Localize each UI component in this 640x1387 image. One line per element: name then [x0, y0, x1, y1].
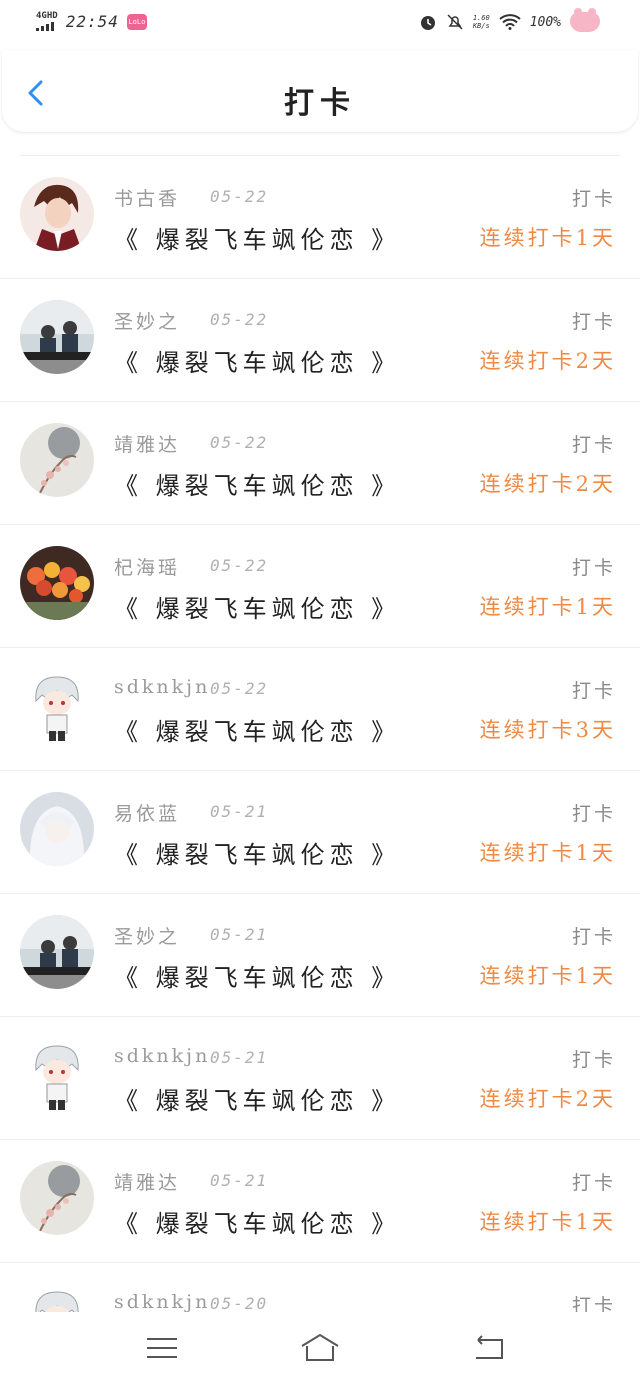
book-title: 《 爆裂飞车飒伦恋 》: [114, 226, 401, 254]
avatar[interactable]: [20, 1161, 94, 1235]
streak-count: 连续打卡1天: [479, 226, 616, 250]
back-icon[interactable]: [468, 1330, 508, 1366]
list-item[interactable]: 圣妙之 05-21 《 爆裂飞车飒伦恋 》 打卡连续打卡1天: [0, 894, 640, 1017]
clock: 22:54: [65, 12, 119, 31]
avatar[interactable]: [20, 546, 94, 620]
avatar[interactable]: [20, 177, 94, 251]
username: sdknkjn: [114, 1045, 211, 1067]
speed-value: 1.60: [472, 14, 490, 22]
avatar[interactable]: [20, 915, 94, 989]
streak-count: 连续打卡1天: [479, 964, 616, 988]
checkin-date: 05-21: [210, 925, 269, 944]
book-title: 《 爆裂飞车飒伦恋 》: [114, 1210, 401, 1238]
list-item[interactable]: 圣妙之 05-22 《 爆裂飞车飒伦恋 》 打卡连续打卡2天: [0, 279, 640, 402]
streak-count: 连续打卡2天: [479, 472, 616, 496]
checkin-label: 打卡: [571, 1049, 616, 1071]
streak-count: 连续打卡3天: [479, 718, 616, 742]
streak-count: 连续打卡1天: [479, 841, 616, 865]
checkin-date: 05-21: [210, 1048, 269, 1067]
checkin-label: 打卡: [571, 311, 616, 333]
checkin-label: 打卡: [571, 1172, 616, 1194]
checkin-label: 打卡: [571, 557, 616, 579]
list-item[interactable]: 易依蓝 05-21 《 爆裂飞车飒伦恋 》 打卡连续打卡1天: [0, 771, 640, 894]
username: 圣妙之: [114, 926, 181, 948]
wifi-icon: [499, 14, 521, 30]
checkin-date: 05-22: [210, 187, 269, 206]
checkin-date: 05-21: [210, 802, 269, 821]
speed-unit: KB/s: [472, 22, 490, 30]
list-item[interactable]: 杞海瑶 05-22 《 爆裂飞车飒伦恋 》 打卡连续打卡1天: [0, 525, 640, 648]
alarm-icon: [420, 16, 435, 30]
username: 书古香: [114, 188, 181, 210]
app-notification-icon: LoLo: [126, 13, 147, 30]
list-item[interactable]: 书古香 05-22 《 爆裂飞车飒伦恋 》 打卡连续打卡1天: [0, 156, 640, 279]
streak-count: 连续打卡2天: [479, 349, 616, 373]
book-title: 《 爆裂飞车飒伦恋 》: [114, 718, 401, 746]
checkin-date: 05-21: [210, 1171, 269, 1190]
avatar[interactable]: [20, 1038, 94, 1112]
username: 靖雅达: [114, 1172, 181, 1194]
username: 靖雅达: [114, 434, 181, 456]
book-title: 《 爆裂飞车飒伦恋 》: [114, 964, 401, 992]
book-title: 《 爆裂飞车飒伦恋 》: [114, 595, 401, 623]
username: 易依蓝: [114, 803, 181, 825]
list-item[interactable]: sdknkjn 05-21 《 爆裂飞车飒伦恋 》 打卡连续打卡2天: [0, 1017, 640, 1140]
username: sdknkjn: [114, 676, 211, 698]
signal-icon: 4GHD: [36, 12, 58, 31]
streak-count: 连续打卡1天: [479, 595, 616, 619]
book-title: 《 爆裂飞车飒伦恋 》: [114, 472, 401, 500]
checkin-date: 05-20: [210, 1294, 269, 1313]
avatar[interactable]: [20, 792, 94, 866]
checkin-label: 打卡: [571, 680, 616, 702]
checkin-label: 打卡: [571, 926, 616, 948]
checkin-label: 打卡: [571, 434, 616, 456]
checkin-label: 打卡: [571, 188, 616, 210]
network-type: 4GHD: [36, 11, 58, 21]
list-item[interactable]: 靖雅达 05-21 《 爆裂飞车飒伦恋 》 打卡连续打卡1天: [0, 1140, 640, 1263]
checkin-label: 打卡: [571, 803, 616, 825]
checkin-date: 05-22: [210, 310, 269, 329]
avatar[interactable]: [20, 423, 94, 497]
app-header: 打卡: [2, 50, 638, 132]
checkin-date: 05-22: [210, 433, 269, 452]
streak-count: 连续打卡2天: [479, 1087, 616, 1111]
book-title: 《 爆裂飞车飒伦恋 》: [114, 349, 401, 377]
system-nav-bar: [0, 1312, 640, 1387]
username: sdknkjn: [114, 1291, 211, 1313]
username: 圣妙之: [114, 311, 181, 333]
avatar[interactable]: [20, 669, 94, 743]
battery-level: 100%: [529, 14, 561, 30]
checkin-list: 书古香 05-22 《 爆裂飞车飒伦恋 》打卡 连续打卡1天 圣妙之 05-22 《 爆裂飞…: [0, 155, 640, 1386]
pig-icon: [570, 8, 600, 32]
page-title: 打卡: [284, 86, 356, 121]
avatar[interactable]: [20, 300, 94, 374]
book-title: 《 爆裂飞车飒伦恋 》: [114, 1087, 401, 1115]
mute-icon: [447, 14, 463, 30]
book-title: 《 爆裂飞车飒伦恋 》: [114, 841, 401, 869]
list-item[interactable]: sdknkjn 05-22 《 爆裂飞车飒伦恋 》 打卡连续打卡3天: [0, 648, 640, 771]
home-icon[interactable]: [300, 1330, 340, 1366]
network-speed: 1.60 KB/s: [473, 14, 490, 30]
streak-count: 连续打卡1天: [479, 1210, 616, 1234]
menu-icon[interactable]: [142, 1330, 182, 1366]
checkin-date: 05-22: [210, 679, 269, 698]
list-item[interactable]: 靖雅达 05-22 《 爆裂飞车飒伦恋 》 打卡连续打卡2天: [0, 402, 640, 525]
checkin-date: 05-22: [210, 556, 269, 575]
username: 杞海瑶: [114, 557, 181, 579]
status-bar: 4GHD 22:54 LoLo 1.60 KB/s 100%: [0, 0, 640, 48]
